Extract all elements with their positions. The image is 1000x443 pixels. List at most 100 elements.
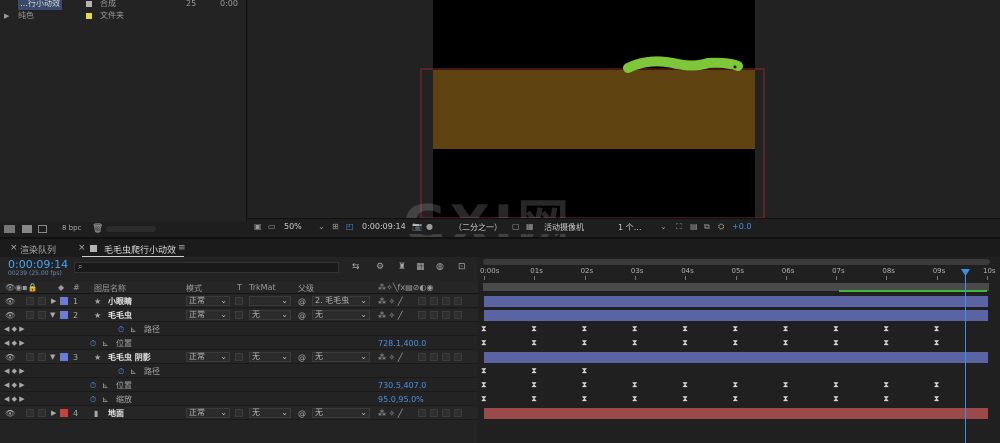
switches-header-icon[interactable]: ⁂✧╲fx▤⊘◐◉ [378,283,433,292]
keyframe-icon[interactable]: ⧗ [783,338,789,348]
composition-viewer[interactable]: GXI网 [248,0,1000,255]
keyframe-nav-icon[interactable]: ◀ ◆ ▶ [4,337,25,350]
layer-row[interactable]: 👁 ▶ 1 ★ 小眼睛 正常 ⌄ ⌄ @ 2. 毛毛虫 ⌄ ⁂ ✧ ╱ [0,295,478,308]
stopwatch-icon[interactable]: ⏱ [118,365,124,378]
preserve-transparency-toggle[interactable] [235,353,243,361]
keyframe-icon[interactable]: ⧗ [934,380,940,390]
keyframe-icon[interactable]: ⧗ [582,324,588,334]
label-color-swatch[interactable] [60,311,68,319]
keyframe-icon[interactable]: ⧗ [531,380,537,390]
playhead-line[interactable] [965,271,966,443]
keyframe-icon[interactable]: ⧗ [833,324,839,334]
switch-box[interactable] [418,311,426,319]
keyframe-icon[interactable]: ⧗ [733,394,739,404]
switch-box[interactable] [418,353,426,361]
switch-box[interactable] [442,311,450,319]
chevron-down-icon[interactable]: ⌄ [660,222,667,231]
header-t[interactable]: T [237,283,242,292]
solo-toggle[interactable] [26,353,34,361]
bit-depth-label[interactable]: 8 bpc [62,224,81,232]
label-color-swatch[interactable] [60,297,68,305]
keyframe-icon[interactable]: ⧗ [582,366,588,376]
reset-exposure-icon[interactable]: ⛭ [718,222,724,232]
chevron-right-icon[interactable]: ▶ [51,407,56,420]
keyframe-icon[interactable]: ⧗ [481,394,487,404]
thumbnail-slider[interactable] [106,226,156,232]
layer-name[interactable]: 毛毛虫 阴影 [108,351,151,364]
layer-switches-icon[interactable]: ⁂ ✧ ╱ [378,295,403,308]
trash-icon[interactable]: 🗑 [92,224,103,234]
switch-box[interactable] [442,353,450,361]
eye-icon[interactable]: 👁 [5,295,15,308]
layer-row[interactable]: 👁 ▶ 4 ▮ 地面 正常 ⌄ 无 ⌄ @ 无 ⌄ ⁂ ✧ ╱ [0,407,478,420]
keyframe-icon[interactable]: ⧗ [833,380,839,390]
mode-select[interactable]: 正常 ⌄ [186,296,230,306]
lock-toggle[interactable] [38,409,46,417]
solo-toggle[interactable] [26,297,34,305]
keyframe-icon[interactable]: ⧗ [582,380,588,390]
snapshot-icon[interactable]: 📷 [412,222,422,231]
layer-duration-bar[interactable] [484,310,988,321]
header-mode[interactable]: 模式 [186,283,202,294]
keyframe-icon[interactable]: ⧗ [481,338,487,348]
keyframe-icon[interactable]: ⧗ [632,380,638,390]
keyframe-icon[interactable]: ⧗ [682,394,688,404]
layer-name[interactable]: 小眼睛 [108,295,132,308]
resolution-select[interactable]: （二分之一） [454,222,502,233]
keyframe-icon[interactable]: ⧗ [632,394,638,404]
switch-box[interactable] [454,297,462,305]
keyframe-icon[interactable]: ⧗ [733,324,739,334]
tab-composition[interactable]: 毛毛虫爬行小动效 [104,243,176,256]
keyframe-icon[interactable]: ⧗ [783,380,789,390]
keyframe-icon[interactable]: ⧗ [632,338,638,348]
draft-3d-icon[interactable]: ⚙ [376,262,384,272]
property-row[interactable]: ◀ ◆ ▶ ⏱ ⊾ 位置 730.5,407.0 [0,379,478,392]
switch-box[interactable] [418,297,426,305]
keyframe-icon[interactable]: ⧗ [481,324,487,334]
viewer-timecode[interactable]: 0:00:09:14 [362,222,406,231]
switch-box[interactable] [454,311,462,319]
stopwatch-icon[interactable]: ⏱ [118,323,124,336]
mask-visibility-icon[interactable]: ◰ [346,222,354,231]
keyframe-icon[interactable]: ⧗ [883,394,889,404]
keyframe-icon[interactable]: ⧗ [733,380,739,390]
mode-select[interactable]: 正常 ⌄ [186,352,230,362]
keyframe-icon[interactable]: ⧗ [934,394,940,404]
switch-box[interactable] [418,409,426,417]
keyframe-icon[interactable]: ⧗ [682,338,688,348]
property-value[interactable]: 95.0,95.0% [378,393,424,406]
property-value[interactable]: 728.1,400.0 [378,337,426,350]
pick-whip-icon[interactable]: @ [298,309,306,322]
magnification-icon[interactable]: ▣ [254,222,262,231]
close-icon[interactable]: × [78,243,86,253]
parent-select[interactable]: 无 ⌄ [312,408,370,418]
keyframe-icon[interactable]: ⧗ [481,380,487,390]
trkmat-select[interactable]: 无 ⌄ [249,408,291,418]
switch-box[interactable] [430,297,438,305]
keyframe-icon[interactable]: ⧗ [733,338,739,348]
switch-box[interactable] [442,409,450,417]
stopwatch-icon[interactable]: ⏱ [90,379,96,392]
label-color-swatch[interactable] [60,409,68,417]
keyframe-icon[interactable]: ⧗ [531,366,537,376]
parent-select[interactable]: 无 ⌄ [312,352,370,362]
keyframe-icon[interactable]: ⧗ [531,394,537,404]
switch-box[interactable] [430,409,438,417]
shy-layers-icon[interactable]: ♜ [398,262,406,272]
monitor-icon[interactable]: ▭ [268,222,276,231]
exposure-value[interactable]: +0.0 [732,222,751,231]
trkmat-select[interactable]: 无 ⌄ [249,310,291,320]
preserve-transparency-toggle[interactable] [235,297,243,305]
eye-icon[interactable]: 👁 [5,309,15,322]
parent-select[interactable]: 2. 毛毛虫 ⌄ [312,296,370,306]
project-item[interactable]: …行小动效 合成 25 0:00 [0,0,247,10]
fast-preview-icon[interactable]: ⛶ [676,222,682,232]
keyframe-icon[interactable]: ⧗ [833,394,839,404]
layer-switches-icon[interactable]: ⁂ ✧ ╱ [378,309,403,322]
layer-switches-icon[interactable]: ⁂ ✧ ╱ [378,407,403,420]
pick-whip-icon[interactable]: @ [298,407,306,420]
layer-duration-bar[interactable] [484,296,988,307]
preserve-transparency-toggle[interactable] [235,409,243,417]
time-ruler[interactable]: 0:00s 01s 02s 03s 04s 05s 06s 07s 08s 09s 10s [479,265,1000,281]
keyframe-icon[interactable]: ⧗ [682,324,688,334]
